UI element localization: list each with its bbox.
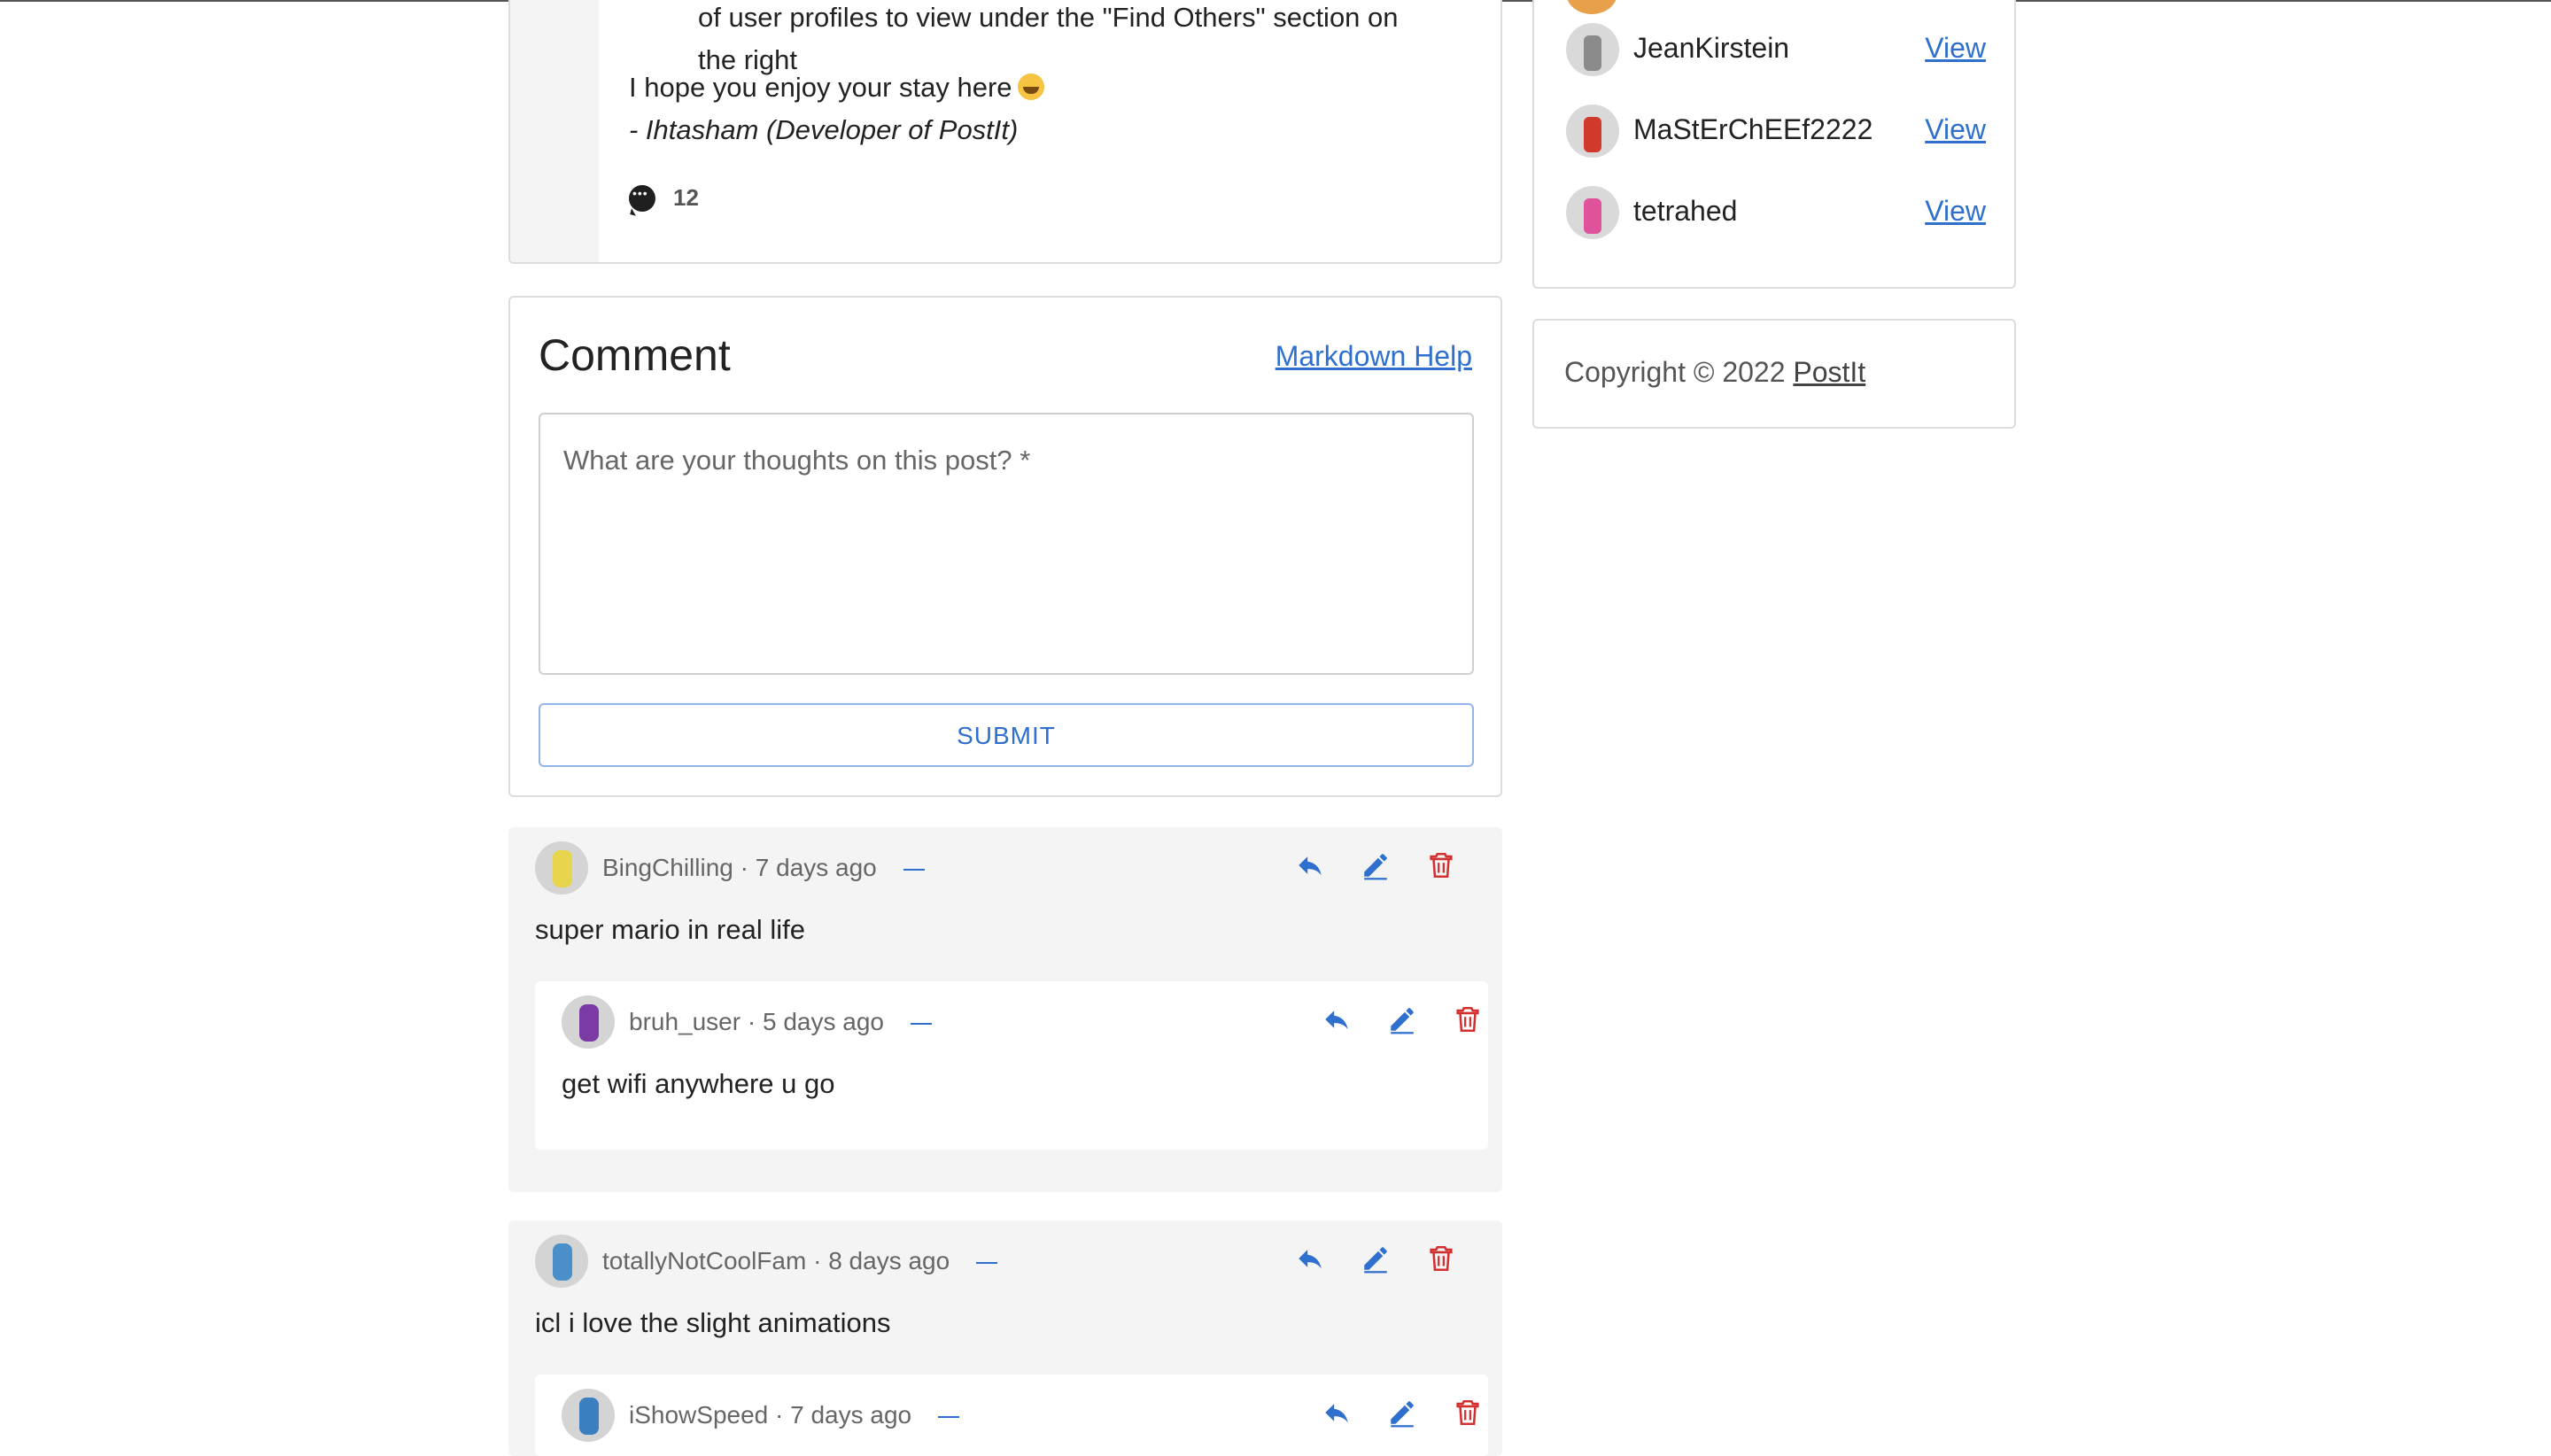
comment-input[interactable] [539, 413, 1474, 675]
collapse-icon[interactable] [903, 868, 925, 871]
view-profile-link[interactable]: View [1925, 113, 1986, 146]
comment-composer: Comment Markdown Help SUBMIT [508, 296, 1502, 797]
avatar [1566, 0, 1617, 14]
comment-body: get wifi anywhere u go [562, 1068, 835, 1099]
comment-meta: bruh_user · 5 days ago [629, 1008, 932, 1036]
comment-header: BingChilling · 7 days ago [535, 841, 1456, 895]
comment-header: bruh_user · 5 days ago [562, 995, 1483, 1049]
comment-author: BingChilling [602, 854, 733, 881]
smiley-emoji-icon [1017, 74, 1044, 100]
composer-title: Comment [539, 330, 731, 380]
comment-time: 7 days ago [790, 1401, 912, 1429]
reply-icon[interactable] [1295, 1243, 1325, 1274]
post-text-line: of user profiles to view under the "Find… [698, 2, 1399, 33]
post-card: of user profiles to view under the "Find… [508, 0, 1502, 264]
comment-actions [1295, 850, 1456, 880]
delete-icon[interactable] [1453, 1398, 1483, 1428]
avatar [535, 841, 588, 895]
comment-author: iShowSpeed [629, 1401, 769, 1429]
footer-card: Copyright © 2022 PostIt [1532, 319, 2016, 429]
comment-reply: bruh_user · 5 days ago get wifi anywhere… [535, 981, 1488, 1150]
comment-thread: totallyNotCoolFam · 8 days ago icl i lov… [508, 1220, 1502, 1456]
avatar [1566, 105, 1619, 158]
comment-meta: iShowSpeed · 7 days ago [629, 1401, 960, 1429]
comment-count: 12 [629, 184, 699, 212]
delete-icon[interactable] [1426, 1243, 1456, 1274]
comment-reply: iShowSpeed · 7 days ago [535, 1375, 1488, 1456]
comment-time: 8 days ago [828, 1247, 950, 1274]
post-outro-text: I hope you enjoy your stay here [629, 72, 1012, 103]
reply-icon[interactable] [1322, 1398, 1352, 1428]
comment-thread: BingChilling · 7 days ago super mario in… [508, 827, 1502, 1192]
avatar [1566, 186, 1619, 239]
submit-button[interactable]: SUBMIT [539, 703, 1474, 767]
comment-meta: totallyNotCoolFam · 8 days ago [602, 1247, 998, 1275]
edit-icon[interactable] [1361, 850, 1391, 880]
view-profile-link[interactable]: View [1925, 32, 1986, 65]
comment-actions [1295, 1243, 1456, 1274]
user-name: tetrahed [1633, 195, 1738, 227]
meta-separator: · [733, 854, 756, 881]
avatar [562, 1389, 615, 1442]
edit-icon[interactable] [1387, 1004, 1417, 1034]
chat-bubble-icon [629, 184, 655, 212]
copyright: Copyright © 2022 PostIt [1564, 356, 1865, 389]
collapse-icon[interactable] [976, 1261, 998, 1264]
user-name: JeanKirstein [1633, 32, 1790, 64]
comment-count-value: 12 [673, 184, 699, 211]
avatar [1566, 23, 1619, 76]
reply-icon[interactable] [1322, 1004, 1352, 1034]
postit-link[interactable]: PostIt [1793, 356, 1865, 388]
meta-separator: · [740, 1008, 763, 1035]
comment-actions [1322, 1004, 1483, 1034]
comment-header: iShowSpeed · 7 days ago [562, 1389, 1483, 1442]
post-signature: - Ihtasham (Developer of PostIt) [629, 114, 1019, 145]
delete-icon[interactable] [1426, 850, 1456, 880]
avatar [562, 995, 615, 1049]
meta-separator: · [806, 1247, 829, 1274]
avatar [535, 1235, 588, 1288]
user-row: tetrahed View [1566, 186, 1986, 239]
find-others-card: JeanKirstein View MaStErChEEf2222 View t… [1532, 0, 2016, 289]
markdown-help-link[interactable]: Markdown Help [1276, 340, 1472, 373]
meta-separator: · [768, 1401, 791, 1429]
edit-icon[interactable] [1361, 1243, 1391, 1274]
comment-author: bruh_user [629, 1008, 741, 1035]
comment-body: super mario in real life [535, 914, 805, 945]
reply-icon[interactable] [1295, 850, 1325, 880]
comment-body: icl i love the slight animations [535, 1307, 891, 1338]
delete-icon[interactable] [1453, 1004, 1483, 1034]
comment-author: totallyNotCoolFam [602, 1247, 807, 1274]
view-profile-link[interactable]: View [1925, 195, 1986, 228]
collapse-icon[interactable] [910, 1022, 932, 1025]
comment-meta: BingChilling · 7 days ago [602, 854, 925, 882]
comment-header: totallyNotCoolFam · 8 days ago [535, 1235, 1456, 1288]
post-outro: I hope you enjoy your stay here [629, 66, 1044, 109]
user-name: MaStErChEEf2222 [1633, 113, 1873, 145]
comment-time: 5 days ago [762, 1008, 884, 1035]
edit-icon[interactable] [1387, 1398, 1417, 1428]
comment-actions [1322, 1398, 1483, 1428]
copyright-text: Copyright © 2022 [1564, 356, 1786, 388]
comment-time: 7 days ago [755, 854, 877, 881]
vote-gutter [510, 0, 599, 262]
collapse-icon[interactable] [938, 1415, 960, 1418]
user-row: MaStErChEEf2222 View [1566, 105, 1986, 158]
user-row: JeanKirstein View [1566, 23, 1986, 76]
